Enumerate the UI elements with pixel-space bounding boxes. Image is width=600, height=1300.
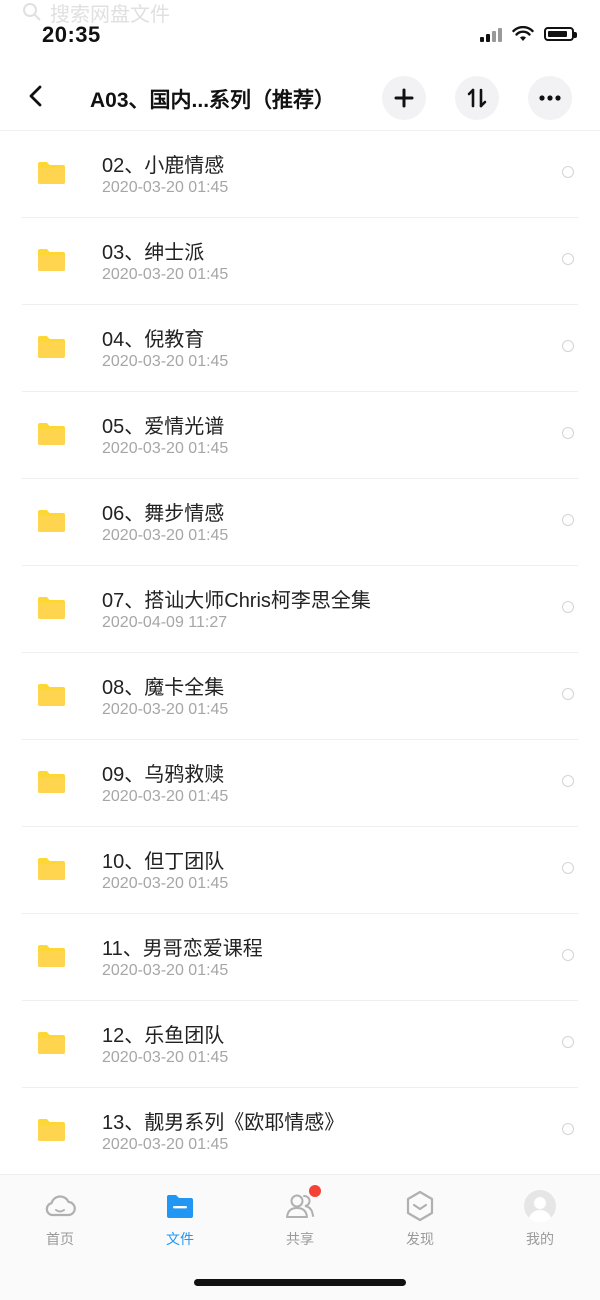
file-row[interactable]: 11、男哥恋爱课程 2020-03-20 01:45 [22, 914, 578, 1001]
file-date: 2020-03-20 01:45 [102, 353, 229, 370]
file-name: 07、搭讪大师Chris柯李思全集 [102, 590, 371, 612]
file-name: 13、靓男系列《欧耶情感》 [102, 1112, 345, 1134]
file-date: 2020-03-20 01:45 [102, 1049, 229, 1066]
file-list: 02、小鹿情感 2020-03-20 01:45 03、绅士派 2020-03-20 … [0, 131, 600, 1174]
select-checkbox[interactable] [562, 862, 574, 874]
select-checkbox[interactable] [562, 253, 574, 265]
tab-label: 发现 [406, 1232, 434, 1248]
tab-mine[interactable]: 我的 [500, 1189, 580, 1249]
cloud-icon [45, 1195, 76, 1217]
file-name: 12、乐鱼团队 [102, 1025, 225, 1047]
file-date: 2020-03-20 01:45 [102, 701, 229, 718]
folder-icon [38, 945, 65, 967]
select-checkbox[interactable] [562, 514, 574, 526]
file-row[interactable]: 06、舞步情感 2020-03-20 01:45 [22, 479, 578, 566]
select-checkbox[interactable] [562, 166, 574, 178]
file-row[interactable]: 02、小鹿情感 2020-03-20 01:45 [22, 131, 578, 218]
file-date: 2020-03-20 01:45 [102, 179, 229, 196]
tab-home[interactable]: 首页 [20, 1189, 100, 1249]
file-name: 03、绅士派 [102, 242, 205, 264]
file-date: 2020-03-20 01:45 [102, 1136, 229, 1153]
battery-icon [544, 27, 577, 41]
file-date: 2020-04-09 11:27 [102, 614, 228, 631]
select-checkbox[interactable] [562, 688, 574, 700]
folder-icon [167, 1195, 193, 1218]
tab-label: 我的 [526, 1232, 554, 1248]
sort-icon [467, 88, 487, 108]
chevron-left-icon [29, 85, 42, 107]
file-date: 2020-03-20 01:45 [102, 875, 229, 892]
file-row[interactable]: 04、倪教育 2020-03-20 01:45 [22, 305, 578, 392]
select-checkbox[interactable] [562, 601, 574, 613]
more-dots-icon [539, 95, 561, 101]
select-checkbox[interactable] [562, 949, 574, 961]
notification-badge [309, 1185, 321, 1197]
file-row[interactable]: 13、靓男系列《欧耶情感》 2020-03-20 01:45 [22, 1088, 578, 1174]
folder-icon [38, 1032, 65, 1054]
folder-icon [38, 858, 65, 880]
page-title: A03、国内...系列（推荐） [90, 89, 336, 112]
select-checkbox[interactable] [562, 775, 574, 787]
avatar-icon [524, 1190, 556, 1223]
file-row[interactable]: 09、乌鸦救赎 2020-03-20 01:45 [22, 740, 578, 827]
battery-level [548, 31, 567, 37]
folder-icon [38, 336, 65, 358]
folder-icon [38, 684, 65, 706]
select-checkbox[interactable] [562, 1123, 574, 1135]
file-name: 10、但丁团队 [102, 851, 225, 873]
discover-box-icon [406, 1190, 434, 1222]
file-row[interactable]: 08、魔卡全集 2020-03-20 01:45 [22, 653, 578, 740]
select-checkbox[interactable] [562, 427, 574, 439]
tab-label: 文件 [166, 1232, 194, 1248]
select-checkbox[interactable] [562, 340, 574, 352]
file-name: 11、男哥恋爱课程 [102, 938, 263, 960]
file-name: 04、倪教育 [102, 329, 205, 351]
status-time: 20:35 [42, 22, 101, 47]
navigation-bar: A03、国内...系列（推荐） [0, 70, 600, 126]
back-button[interactable] [22, 80, 50, 112]
file-date: 2020-03-20 01:45 [102, 962, 229, 979]
file-name: 05、爱情光谱 [102, 416, 225, 438]
wifi-icon [512, 26, 534, 41]
sort-button[interactable] [455, 76, 499, 120]
file-name: 06、舞步情感 [102, 503, 225, 525]
search-icon [23, 3, 41, 21]
file-date: 2020-03-20 01:45 [102, 527, 229, 544]
folder-icon [38, 771, 65, 793]
add-button[interactable] [382, 76, 426, 120]
file-row[interactable]: 05、爱情光谱 2020-03-20 01:45 [22, 392, 578, 479]
folder-icon [38, 249, 65, 271]
tab-share[interactable]: 共享 [260, 1185, 340, 1249]
file-row[interactable]: 03、绅士派 2020-03-20 01:45 [22, 218, 578, 305]
tab-label: 共享 [286, 1232, 314, 1248]
file-row[interactable]: 07、搭讪大师Chris柯李思全集 2020-04-09 11:27 [22, 566, 578, 653]
home-indicator [194, 1279, 406, 1286]
tab-discover[interactable]: 发现 [380, 1189, 460, 1249]
status-bar: 20:35 [0, 20, 600, 54]
folder-icon [38, 1119, 65, 1141]
file-row[interactable]: 12、乐鱼团队 2020-03-20 01:45 [22, 1001, 578, 1088]
folder-icon [38, 597, 65, 619]
folder-icon [38, 423, 65, 445]
tab-files[interactable]: 文件 [140, 1189, 220, 1249]
select-checkbox[interactable] [562, 1036, 574, 1048]
plus-icon [394, 88, 414, 108]
file-row[interactable]: 10、但丁团队 2020-03-20 01:45 [22, 827, 578, 914]
folder-icon [38, 162, 65, 184]
file-name: 08、魔卡全集 [102, 677, 225, 699]
file-name: 02、小鹿情感 [102, 155, 225, 177]
file-date: 2020-03-20 01:45 [102, 788, 229, 805]
more-button[interactable] [528, 76, 572, 120]
file-date: 2020-03-20 01:45 [102, 266, 229, 283]
file-name: 09、乌鸦救赎 [102, 764, 225, 786]
tab-label: 首页 [46, 1232, 74, 1248]
signal-icon [480, 26, 502, 42]
folder-icon [38, 510, 65, 532]
file-date: 2020-03-20 01:45 [102, 440, 229, 457]
